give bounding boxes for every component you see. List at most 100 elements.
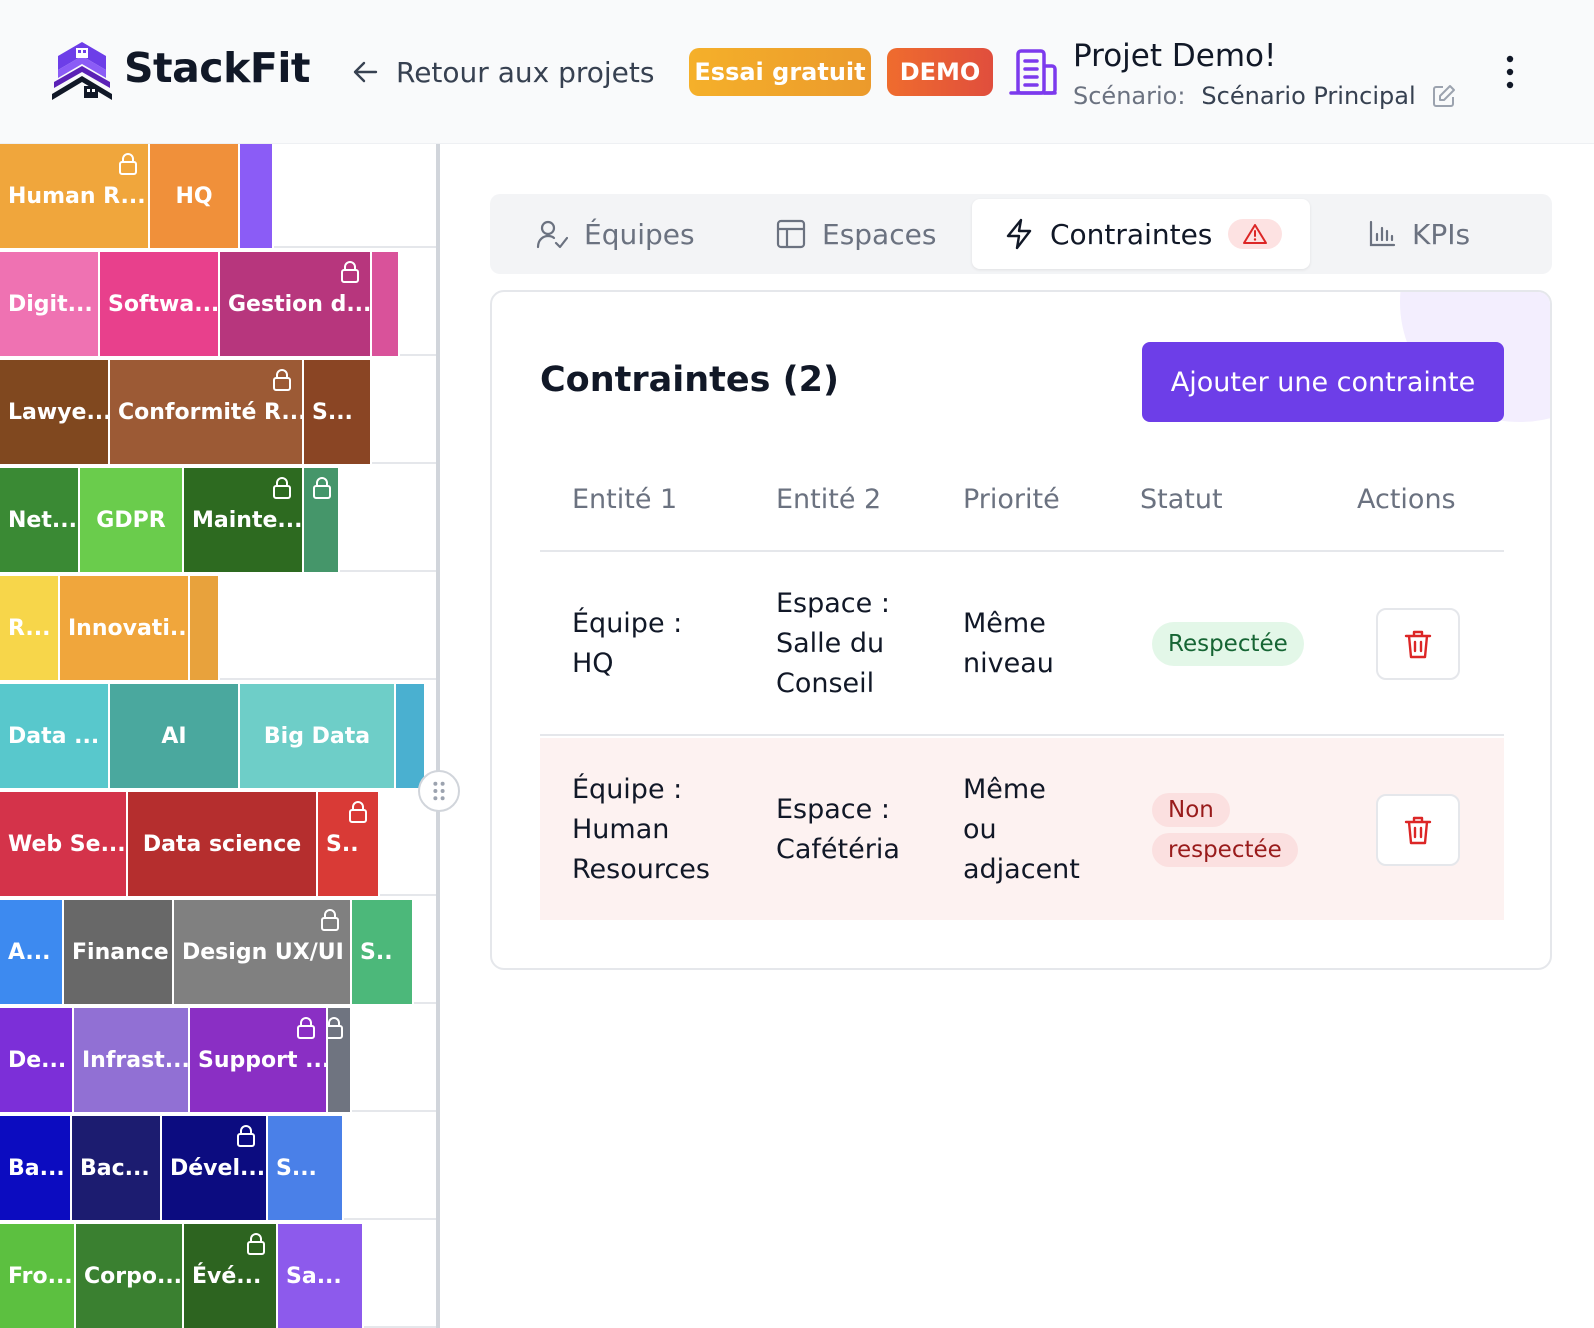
treemap-cell[interactable]: Conformité R... [110,360,304,464]
treemap-cell[interactable]: S... [304,360,372,464]
treemap-cell-label: Design UX/UI [182,939,344,965]
treemap-cell-label: Innovati... [68,615,190,641]
treemap-cell-label: Ba... [8,1155,65,1181]
treemap-cell[interactable] [190,576,220,680]
column-header-entity1: Entité 1 [572,484,678,515]
treemap-row: Net... GDPR Mainte... [0,468,436,572]
treemap-cell[interactable]: Évé... [184,1224,278,1328]
add-constraint-button[interactable]: Ajouter une contrainte [1142,342,1504,422]
edit-icon[interactable] [1432,84,1456,108]
treemap-cell[interactable]: AI [110,684,240,788]
treemap-cell[interactable]: Support ... [190,1008,328,1112]
status-badge: Non respectée [1152,790,1298,870]
lock-icon [328,1017,343,1039]
resize-handle-icon[interactable] [418,770,460,812]
treemap-cell[interactable]: Digit... [0,252,100,356]
treemap-cell[interactable]: Gestion d... [220,252,372,356]
treemap-cell-label: Net... [8,507,77,533]
back-label: Retour aux projets [396,55,655,89]
stackfit-logo-icon [52,42,112,100]
treemap-cell[interactable] [396,684,426,788]
more-options-icon[interactable] [1500,52,1520,92]
treemap-cell[interactable]: Design UX/UI [174,900,352,1004]
treemap-cell[interactable]: Web Se... [0,792,128,896]
treemap-cell[interactable] [304,468,340,572]
cell-entity2: Espace : Salle du Conseil [776,588,890,699]
treemap-cell[interactable]: HQ [150,144,240,248]
treemap-cell-label: Sa... [286,1263,342,1289]
treemap-cell[interactable] [372,252,400,356]
treemap-cell[interactable]: S... [268,1116,344,1220]
treemap-cell-label: Bac... [80,1155,150,1181]
treemap-cell-label: Évé... [192,1263,262,1289]
treemap-cell[interactable]: S.. [352,900,414,1004]
lightning-icon [1006,218,1032,250]
treemap-cell[interactable]: Net... [0,468,80,572]
treemap-cell-label: Web Se... [8,831,126,857]
tab-contraintes[interactable]: Contraintes [972,199,1310,269]
treemap-cell-label: R... [8,615,51,641]
treemap-row: Data ... AI Big Data [0,684,436,788]
tab-kpis[interactable]: KPIs [1368,199,1470,269]
constraints-card: Contraintes (2) Ajouter une contrainte E… [490,290,1552,970]
treemap-cell[interactable]: Data ... [0,684,110,788]
treemap-cell[interactable]: De... [0,1008,74,1112]
delete-constraint-button[interactable] [1376,608,1460,680]
lock-icon [313,477,331,499]
table-row: Équipe : HQ Espace : Salle du Conseil Mê… [540,552,1504,736]
treemap-cell-label: Support ... [198,1047,328,1073]
warning-icon [1243,224,1268,244]
treemap-cell[interactable]: Human R... [0,144,150,248]
delete-constraint-button[interactable] [1376,794,1460,866]
team-treemap: Human R... HQ Digit... Softwa... Gestion d..… [0,144,436,1328]
treemap-cell[interactable]: Ba... [0,1116,72,1220]
treemap-cell[interactable]: Corpo... [76,1224,184,1328]
column-header-entity2: Entité 2 [776,484,882,515]
treemap-cell[interactable]: Infrast... [74,1008,190,1112]
treemap-row: Fro... Corpo... Évé... Sa... [0,1224,436,1328]
cell-entity1: Équipe : Human Resources [572,774,710,885]
panel-divider[interactable] [436,144,440,1328]
treemap-cell[interactable]: Finance [64,900,174,1004]
treemap-cell[interactable]: Data science [128,792,318,896]
treemap-cell[interactable]: Lawye... [0,360,110,464]
treemap-cell[interactable] [240,144,274,248]
project-name: Projet Demo! [1073,38,1277,74]
treemap-cell-label: Data ... [8,723,100,749]
lock-icon [273,477,291,499]
building-icon [1009,49,1057,95]
treemap-cell-label: Human R... [8,183,146,209]
treemap-cell[interactable]: GDPR [80,468,184,572]
user-icon [536,220,568,249]
treemap-cell[interactable]: A... [0,900,64,1004]
treemap-cell[interactable]: Softwa... [100,252,220,356]
treemap-cell[interactable]: Sa... [278,1224,364,1328]
treemap-cell[interactable]: Mainte... [184,468,304,572]
treemap-cell-label: HQ [175,183,213,209]
treemap-cell[interactable] [328,1008,352,1112]
treemap-cell-label: S... [312,399,353,425]
treemap-cell-label: AI [161,723,187,749]
treemap-cell[interactable]: Big Data [240,684,396,788]
treemap-cell[interactable]: Innovati... [60,576,190,680]
treemap-cell-label: Softwa... [108,291,220,317]
warning-badge [1228,219,1283,249]
scenario-selector: Scénario: Scénario Principal [1073,82,1456,110]
treemap-cell[interactable]: Dével... [162,1116,268,1220]
top-header: StackFit Retour aux projets Essai gratui… [0,0,1594,144]
demo-badge: DEMO [887,48,993,96]
lock-icon [273,369,291,391]
treemap-cell[interactable]: Fro... [0,1224,76,1328]
cell-priority: Même niveau [963,608,1054,679]
treemap-cell[interactable]: Bac... [72,1116,162,1220]
treemap-cell[interactable]: S.. [318,792,380,896]
treemap-cell[interactable]: R... [0,576,60,680]
status-badge-text: Non respectée [1152,793,1298,867]
lock-icon [321,909,339,931]
tab-espaces-label: Espaces [822,217,937,251]
back-to-projects-link[interactable]: Retour aux projets [352,52,654,92]
tab-kpis-label: KPIs [1412,217,1471,251]
tab-espaces[interactable]: Espaces [776,199,936,269]
treemap-row: Ba... Bac... Dével... S... [0,1116,436,1220]
tab-equipes[interactable]: Équipes [536,199,695,269]
